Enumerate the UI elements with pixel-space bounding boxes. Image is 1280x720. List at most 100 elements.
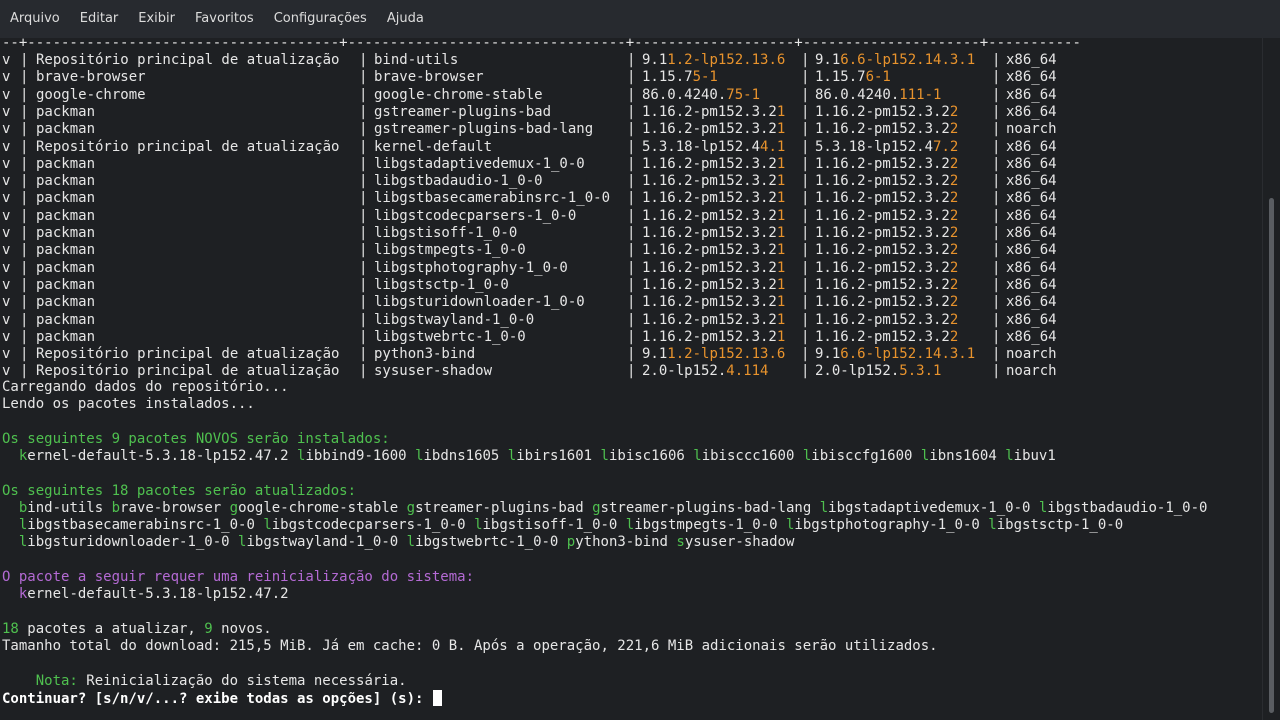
column-divider: | (801, 242, 810, 259)
column-divider: | (359, 242, 368, 259)
row-package-name: brave-browser (374, 69, 484, 86)
column-divider: | (627, 121, 636, 138)
menu-editar[interactable]: Editar (70, 0, 129, 38)
package-name: libirs1601 (507, 448, 593, 464)
column-divider: | (627, 155, 636, 172)
column-divider: | (801, 207, 810, 224)
column-divider: | (20, 346, 29, 363)
row-arch: x86_64 (1006, 207, 1057, 224)
version-changed-part: 4.114 (726, 363, 769, 380)
column-divider: | (627, 138, 636, 155)
row-new-version: 1.16.2-pm152.3.22 (815, 277, 958, 294)
column-divider: | (801, 52, 810, 68)
column-divider: | (627, 346, 636, 363)
row-status: v (2, 173, 11, 190)
column-divider: | (20, 173, 29, 190)
row-new-version: 1.16.2-pm152.3.22 (815, 312, 958, 329)
column-divider: | (20, 86, 29, 103)
row-status: v (2, 242, 11, 259)
column-divider: | (801, 276, 810, 293)
menu-exibir[interactable]: Exibir (128, 0, 185, 38)
row-new-version: 1.15.76-1 (815, 69, 891, 86)
column-divider: | (627, 173, 636, 190)
row-repository: Repositório principal de atualização (36, 138, 340, 155)
row-arch: noarch (1006, 346, 1057, 363)
menu-arquivo[interactable]: Arquivo (0, 0, 70, 38)
version-changed-part: 2 (949, 259, 959, 276)
package-initial: g (592, 500, 601, 516)
menu-ajuda[interactable]: Ajuda (377, 0, 434, 38)
vertical-scrollbar[interactable] (1262, 38, 1280, 720)
column-divider: | (359, 173, 368, 190)
column-divider: | (627, 69, 636, 86)
row-new-version: 2.0-lp152.5.3.1 (815, 363, 941, 380)
version-changed-part: 1 (776, 121, 786, 138)
column-divider: | (359, 138, 368, 155)
row-status: v (2, 346, 11, 363)
column-divider: | (359, 259, 368, 276)
package-name: kernel-default-5.3.18-lp152.47.2 (18, 448, 289, 464)
loading-line: Carregando dados do repositório... (2, 379, 289, 395)
row-arch: noarch (1006, 121, 1057, 138)
scrollbar-thumb[interactable] (1269, 198, 1274, 713)
column-divider: | (992, 155, 1001, 172)
package-initial: l (263, 517, 272, 533)
row-arch: x86_64 (1006, 52, 1057, 68)
column-divider: | (992, 52, 1001, 68)
package-initial: p (566, 534, 576, 550)
row-repository: packman (36, 173, 96, 190)
row-package-name: libgstwayland-1_0-0 (374, 311, 535, 328)
row-arch: x86_64 (1006, 242, 1057, 259)
row-status: v (2, 190, 11, 207)
column-divider: | (20, 190, 29, 207)
menu-favoritos[interactable]: Favoritos (185, 0, 264, 38)
column-divider: | (801, 328, 810, 345)
version-changed-part: 1 (776, 242, 786, 259)
package-initial: l (415, 448, 424, 464)
upgrade-heading: Os seguintes 18 pacotes serão atualizado… (2, 483, 357, 499)
row-repository: brave-browser (36, 69, 146, 86)
row-current-version: 1.16.2-pm152.3.21 (642, 260, 785, 277)
version-changed-part: 75-1 (726, 86, 761, 103)
version-changed-part: 2 (949, 190, 959, 207)
column-divider: | (627, 363, 636, 380)
package-name: google-chrome-stable (229, 500, 399, 516)
column-divider: | (627, 225, 636, 241)
row-current-version: 1.16.2-pm152.3.21 (642, 242, 785, 259)
column-divider: | (20, 155, 29, 172)
package-name: libbind9-1600 (297, 448, 407, 464)
column-divider: | (627, 311, 636, 328)
version-prefix: 1.15.7 (815, 69, 866, 86)
column-divider: | (801, 190, 810, 207)
package-initial: l (819, 500, 829, 516)
row-current-version: 1.16.2-pm152.3.21 (642, 173, 785, 190)
terminal-output[interactable]: --+-------------------------------------… (0, 38, 1262, 720)
version-changed-part: 1 (776, 103, 786, 120)
column-divider: | (627, 294, 636, 311)
package-name: libisc1606 (600, 448, 685, 464)
menu-configuracoes[interactable]: Configurações (264, 0, 377, 38)
version-changed-part: 2 (949, 276, 959, 293)
version-changed-part: 1.2-lp152.13.6 (667, 346, 786, 363)
version-prefix: 1.16.2-pm152.3.2 (642, 155, 777, 172)
row-package-name: libgstcodecparsers-1_0-0 (374, 207, 577, 224)
column-divider: | (359, 86, 368, 103)
note-text: Reinicialização do sistema necessária. (77, 673, 407, 689)
row-package-name: libgstsctp-1_0-0 (374, 276, 509, 293)
row-package-name: kernel-default (374, 138, 493, 155)
column-divider: | (20, 311, 29, 328)
version-prefix: 1.16.2-pm152.3.2 (815, 276, 950, 293)
row-new-version: 1.16.2-pm152.3.22 (815, 329, 958, 346)
version-changed-part: 6.6-lp152.14.3.1 (840, 346, 976, 363)
row-new-version: 9.16.6-lp152.14.3.1 (815, 52, 975, 69)
row-package-name: gstreamer-plugins-bad-lang (374, 121, 594, 138)
column-divider: | (359, 52, 368, 68)
row-current-version: 1.15.75-1 (642, 69, 718, 86)
column-divider: | (627, 52, 636, 68)
row-status: v (2, 138, 11, 155)
version-prefix: 5.3.18-lp152.4 (815, 138, 934, 155)
terminal-window: Arquivo Editar Exibir Favoritos Configur… (0, 0, 1280, 720)
version-prefix: 1.16.2-pm152.3.2 (815, 294, 950, 311)
prompt-line[interactable]: Continuar? [s/n/v/...? exibe todas as op… (2, 690, 442, 707)
column-divider: | (359, 121, 368, 138)
